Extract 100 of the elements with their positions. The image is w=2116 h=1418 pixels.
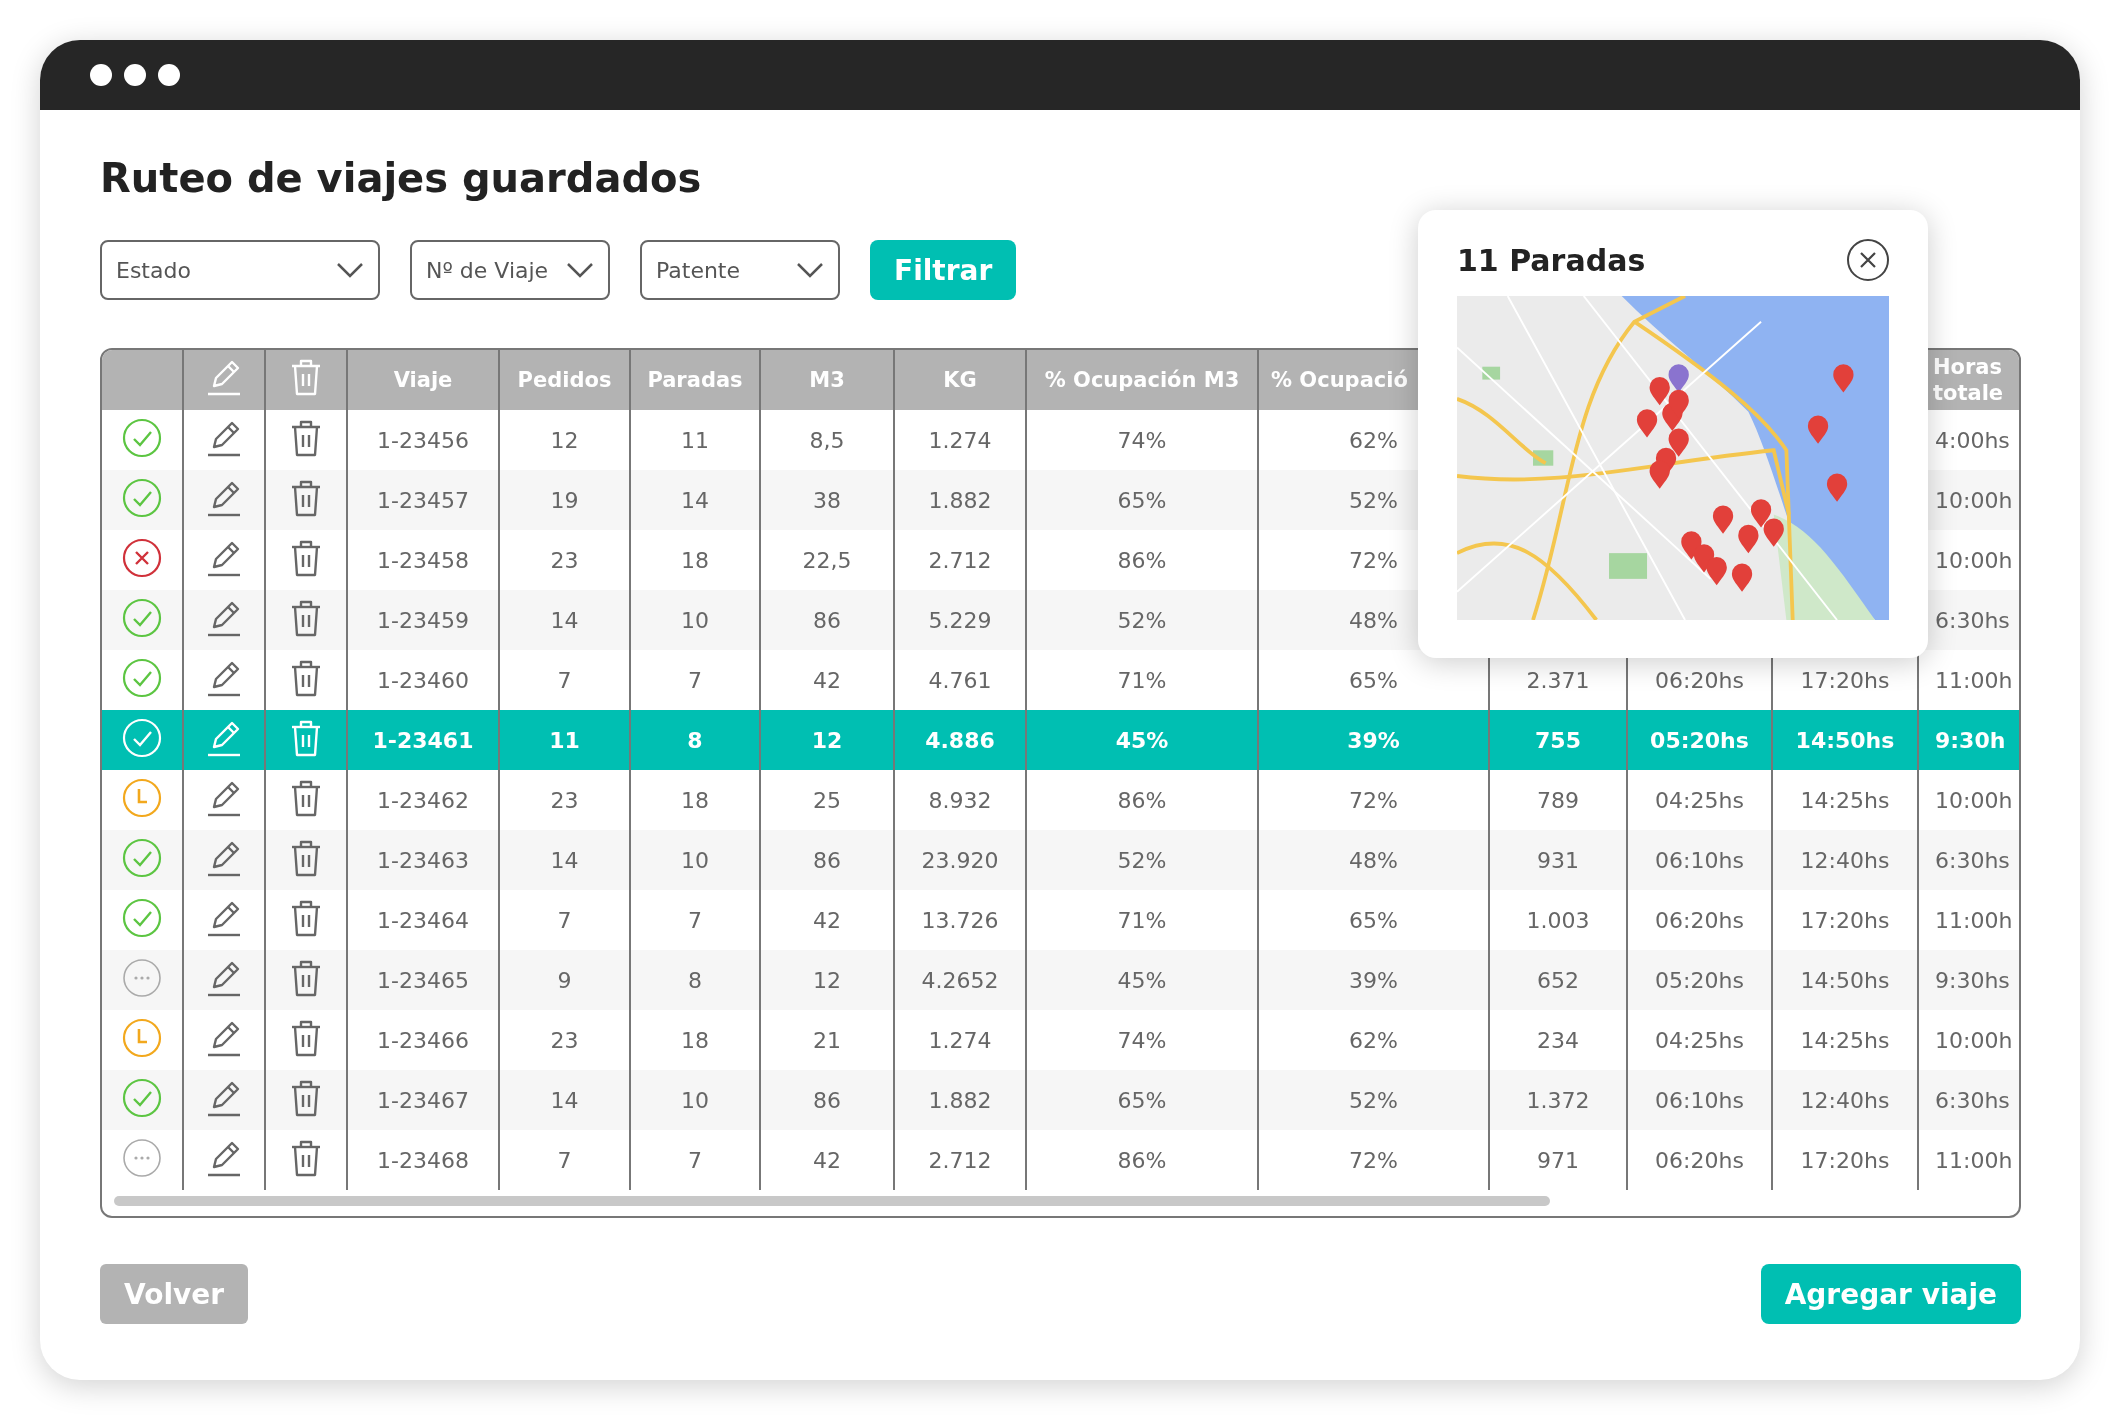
- filter-dropdown[interactable]: Estado: [100, 240, 380, 300]
- table-cell: 1-23468: [377, 1147, 469, 1173]
- table-cell: 17:20hs: [1800, 1147, 1890, 1173]
- table-cell: 7: [557, 667, 572, 693]
- table-cell: 7: [688, 907, 702, 933]
- filter-dropdown[interactable]: Patente: [640, 240, 840, 300]
- trash-icon[interactable]: [290, 598, 322, 637]
- table-cell: 22,5: [802, 547, 852, 573]
- table-cell: 65%: [1349, 907, 1398, 933]
- table-cell: 42: [813, 1147, 841, 1173]
- table-row[interactable]: 1-23463 14 10 86 23.920 52% 48% 931 06:10hs 12:40hs 6:30hs: [102, 830, 2019, 890]
- chevron-down-icon: [796, 262, 824, 278]
- table-cell: 14: [550, 1087, 579, 1113]
- table-cell: 2.712: [928, 1147, 992, 1173]
- table-row[interactable]: 1-23465 9 8 12 4.2652 45% 39% 652 05:20hs 14:50hs 9:30hs: [102, 950, 2019, 1010]
- table-cell: 789: [1537, 787, 1579, 813]
- column-header: KG: [894, 350, 1026, 410]
- trash-icon[interactable]: [290, 658, 322, 697]
- table-cell: 1-23461: [372, 727, 474, 753]
- table-cell: 72%: [1349, 787, 1398, 813]
- table-cell: 10: [681, 1087, 709, 1113]
- table-cell: 52%: [1117, 847, 1167, 873]
- table-cell: 86: [813, 847, 841, 873]
- table-cell: 25: [813, 787, 841, 813]
- table-cell: 74%: [1117, 427, 1167, 453]
- table-cell: 05:20hs: [1650, 727, 1749, 753]
- trash-icon[interactable]: [290, 1018, 322, 1057]
- table-cell: 17:20hs: [1800, 667, 1890, 693]
- trash-icon[interactable]: [290, 958, 322, 997]
- table-cell: 11:00h: [1935, 907, 2013, 933]
- table-cell: 931: [1537, 847, 1579, 873]
- table-cell: 11:00h: [1935, 1147, 2013, 1173]
- table-cell: 14: [550, 607, 579, 633]
- table-cell: 71%: [1117, 907, 1167, 933]
- table-cell: 71%: [1117, 667, 1167, 693]
- table-cell: 06:20hs: [1655, 667, 1744, 693]
- table-row[interactable]: 1-23467 14 10 86 1.882 65% 52% 1.372 06:10hs 12:40hs 6:30hs: [102, 1070, 2019, 1130]
- table-cell: 11: [681, 427, 709, 453]
- trash-icon[interactable]: [290, 898, 322, 937]
- page-title: Ruteo de viajes guardados: [100, 154, 703, 203]
- table-cell: 1-23460: [377, 667, 469, 693]
- table-cell: 10: [681, 607, 709, 633]
- filter-dropdown[interactable]: Nº de Viaje: [410, 240, 610, 300]
- table-cell: 7: [557, 907, 572, 933]
- table-cell: 42: [813, 667, 841, 693]
- trash-icon[interactable]: [290, 538, 322, 577]
- table-cell: 52%: [1349, 1087, 1398, 1113]
- scrollbar[interactable]: [114, 1196, 1550, 1206]
- chevron-down-icon: [566, 262, 594, 278]
- table-cell: 7: [557, 1147, 572, 1173]
- table-cell: 14: [681, 487, 709, 513]
- window-dot-icon[interactable]: [124, 64, 146, 86]
- table-cell: 10: [681, 847, 709, 873]
- table-cell: 17:20hs: [1800, 907, 1890, 933]
- table-cell: 8,5: [809, 427, 845, 453]
- table-row[interactable]: 1-23464 7 7 42 13.726 71% 65% 1.003 06:20hs 17:20hs 11:00h: [102, 890, 2019, 950]
- table-cell: 652: [1537, 967, 1579, 993]
- column-header: % Ocupación M3: [1026, 350, 1258, 410]
- table-cell: 14:25hs: [1800, 787, 1890, 813]
- table-cell: 04:25hs: [1655, 1027, 1744, 1053]
- table-row[interactable]: 1-23466 23 18 21 1.274 74% 62% 234 04:25hs 14:25hs 10:00h: [102, 1010, 2019, 1070]
- trash-icon[interactable]: [290, 478, 322, 517]
- table-cell: 5.229: [928, 607, 992, 633]
- window-dot-icon[interactable]: [158, 64, 180, 86]
- close-button[interactable]: [1847, 239, 1889, 281]
- table-cell: 9: [557, 967, 572, 993]
- table-row[interactable]: 1-23468 7 7 42 2.712 86% 72% 971 06:20hs 17:20hs 11:00h: [102, 1130, 2019, 1190]
- table-row[interactable]: 1-23462 23 18 25 8.932 86% 72% 789 04:25hs 14:25hs 10:00h: [102, 770, 2019, 830]
- table-cell: 234: [1537, 1027, 1579, 1053]
- table-cell: 14:50hs: [1800, 967, 1890, 993]
- table-cell: 4.761: [928, 667, 992, 693]
- table-cell: 39%: [1349, 967, 1398, 993]
- table-cell: 86: [813, 607, 841, 633]
- table-cell: 10:00h: [1935, 547, 2013, 573]
- table-cell: 21: [813, 1027, 841, 1053]
- window-dot-icon[interactable]: [90, 64, 112, 86]
- table-cell: 12:40hs: [1800, 1087, 1890, 1113]
- table-cell: 45%: [1117, 967, 1167, 993]
- table-cell: 45%: [1115, 727, 1169, 753]
- table-cell: 6:30hs: [1935, 847, 2010, 873]
- trash-icon[interactable]: [290, 1078, 322, 1117]
- trash-icon[interactable]: [290, 1138, 322, 1177]
- close-icon[interactable]: [1859, 251, 1877, 269]
- table-cell: 10:00h: [1935, 487, 2013, 513]
- table-cell: 06:20hs: [1655, 1147, 1744, 1173]
- trash-icon[interactable]: [290, 838, 322, 877]
- table-cell: 42: [813, 907, 841, 933]
- table-cell: 1-23464: [377, 907, 469, 933]
- table-cell: 9:30hs: [1935, 967, 2010, 993]
- trash-icon[interactable]: [290, 418, 322, 457]
- table-cell: 39%: [1347, 727, 1400, 753]
- trash-icon[interactable]: [290, 778, 322, 817]
- table-row[interactable]: 1-23460 7 7 42 4.761 71% 65% 2.371 06:20hs 17:20hs 11:00h: [102, 650, 2019, 710]
- table-cell: 7: [688, 1147, 702, 1173]
- table-cell: 19: [550, 487, 579, 513]
- table-cell: 12: [813, 967, 841, 993]
- table-cell: 23: [550, 1027, 579, 1053]
- table-cell: 72%: [1349, 547, 1398, 573]
- table-cell: 6:30hs: [1935, 607, 2010, 633]
- table-cell: 18: [681, 787, 709, 813]
